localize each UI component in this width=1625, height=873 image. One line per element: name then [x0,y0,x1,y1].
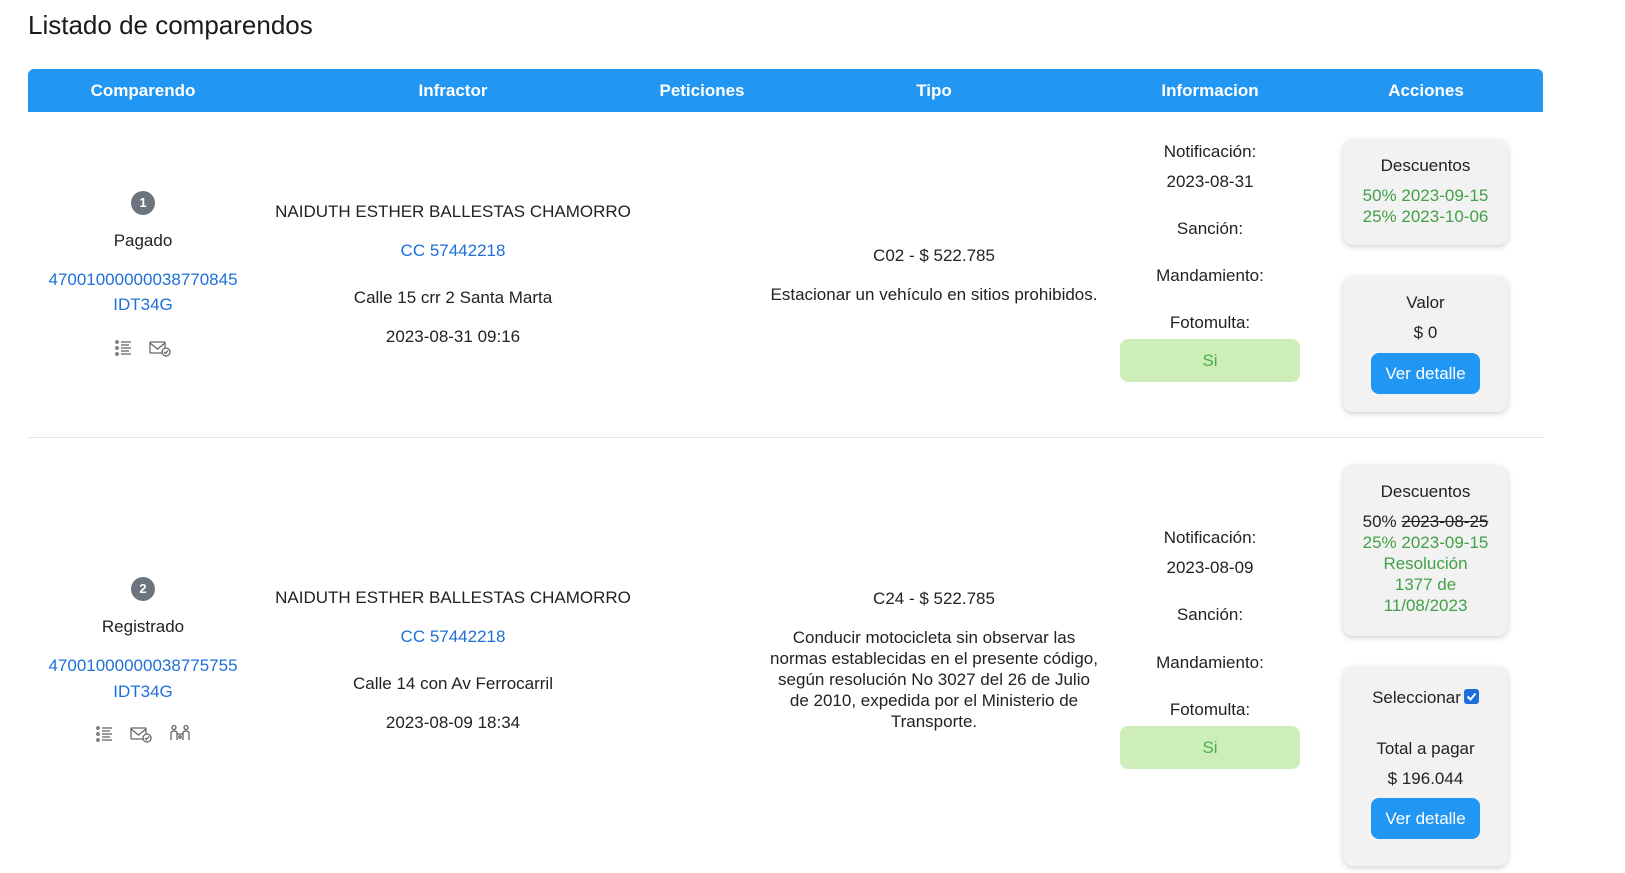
mandamiento-label: Mandamiento: [1156,266,1264,285]
mail-check-icon[interactable] [149,339,171,357]
fotomulta-status-badge: Si [1120,726,1300,769]
total-card: Seleccionar Total a pagar $ 196.044 Ver … [1343,666,1508,866]
notificacion-label: Notificación: [1163,528,1257,547]
header-informacion: Informacion [1161,81,1259,100]
row-index-badge: 1 [131,191,155,215]
list-icon[interactable] [94,725,116,743]
tipo-code: C02 - $ 522.785 [873,246,995,265]
sancion-label: Sanción: [1176,219,1244,238]
fotomulta-label: Fotomulta: [1169,313,1251,332]
descuentos-title: Descuentos [1380,482,1471,501]
comparendo-number-link[interactable]: 47001000000038770845 [48,270,237,290]
valor-amount: $ 0 [1413,323,1438,342]
header-tipo: Tipo [916,81,952,100]
infractor-address: Calle 14 con Av Ferrocarril [353,674,553,693]
discount-line: 50% 2023-09-15 [1362,186,1489,205]
header-infractor: Infractor [418,81,488,100]
row-divider [28,437,1543,438]
comparendo-number-link[interactable]: 47001000000038775755 [48,656,237,676]
total-amount: $ 196.044 [1387,769,1464,788]
people-icon[interactable] [169,724,191,742]
notificacion-date: 2023-08-31 [1166,172,1254,191]
descuentos-card: Descuentos 50% 2023-09-15 25% 2023-10-06 [1343,139,1508,245]
mandamiento-label: Mandamiento: [1156,653,1264,672]
discount-note: Resolución [1383,554,1468,573]
mail-check-icon[interactable] [130,725,152,743]
infractor-document-link[interactable]: CC 57442218 [401,241,506,261]
status-label: Pagado [113,231,173,250]
comparendo-code-link[interactable]: IDT34G [113,295,173,315]
discount-note: 11/08/2023 [1383,596,1468,615]
list-icon[interactable] [113,339,135,357]
tipo-description: Conducir motocicleta sin observar las no… [770,628,1098,731]
header-acciones: Acciones [1388,81,1464,100]
discount-line: 25% 2023-10-06 [1362,207,1489,226]
header-comparendo: Comparendo [90,81,196,100]
infractor-name: NAIDUTH ESTHER BALLESTAS CHAMORRO [275,202,631,221]
tipo-code: C24 - $ 522.785 [873,589,995,608]
tipo-description: Estacionar un vehículo en sitios prohibi… [770,285,1098,304]
table-header: Comparendo Infractor Peticiones Tipo Inf… [28,69,1543,112]
row-index-badge: 2 [131,577,155,601]
header-peticiones: Peticiones [659,81,745,100]
ver-detalle-button[interactable]: Ver detalle [1371,353,1480,394]
descuentos-title: Descuentos [1380,156,1471,175]
infractor-name: NAIDUTH ESTHER BALLESTAS CHAMORRO [275,588,631,607]
infractor-address: Calle 15 crr 2 Santa Marta [353,288,553,307]
fotomulta-label: Fotomulta: [1169,700,1251,719]
seleccionar-checkbox[interactable] [1464,689,1479,704]
discount-line: 50% 2023-08-25 [1362,512,1489,531]
page-title: Listado de comparendos [28,10,313,40]
status-label: Registrado [101,617,185,636]
discount-line: 25% 2023-09-15 [1362,533,1489,552]
valor-label: Valor [1406,293,1445,312]
discount-note: 1377 de [1394,575,1457,594]
notificacion-date: 2023-08-09 [1166,558,1254,577]
sancion-label: Sanción: [1176,605,1244,624]
comparendo-code-link[interactable]: IDT34G [113,682,173,702]
valor-card: Valor $ 0 Ver detalle [1343,276,1508,412]
notificacion-label: Notificación: [1163,142,1257,161]
infraction-datetime: 2023-08-09 18:34 [385,713,521,732]
infraction-datetime: 2023-08-31 09:16 [385,327,521,346]
infractor-document-link[interactable]: CC 57442218 [401,627,506,647]
ver-detalle-button[interactable]: Ver detalle [1371,798,1480,839]
fotomulta-status-badge: Si [1120,339,1300,382]
descuentos-card: Descuentos 50% 2023-08-25 25% 2023-09-15… [1343,465,1508,636]
total-label: Total a pagar [1376,739,1475,758]
expired-discount-date: 2023-08-25 [1401,512,1489,531]
